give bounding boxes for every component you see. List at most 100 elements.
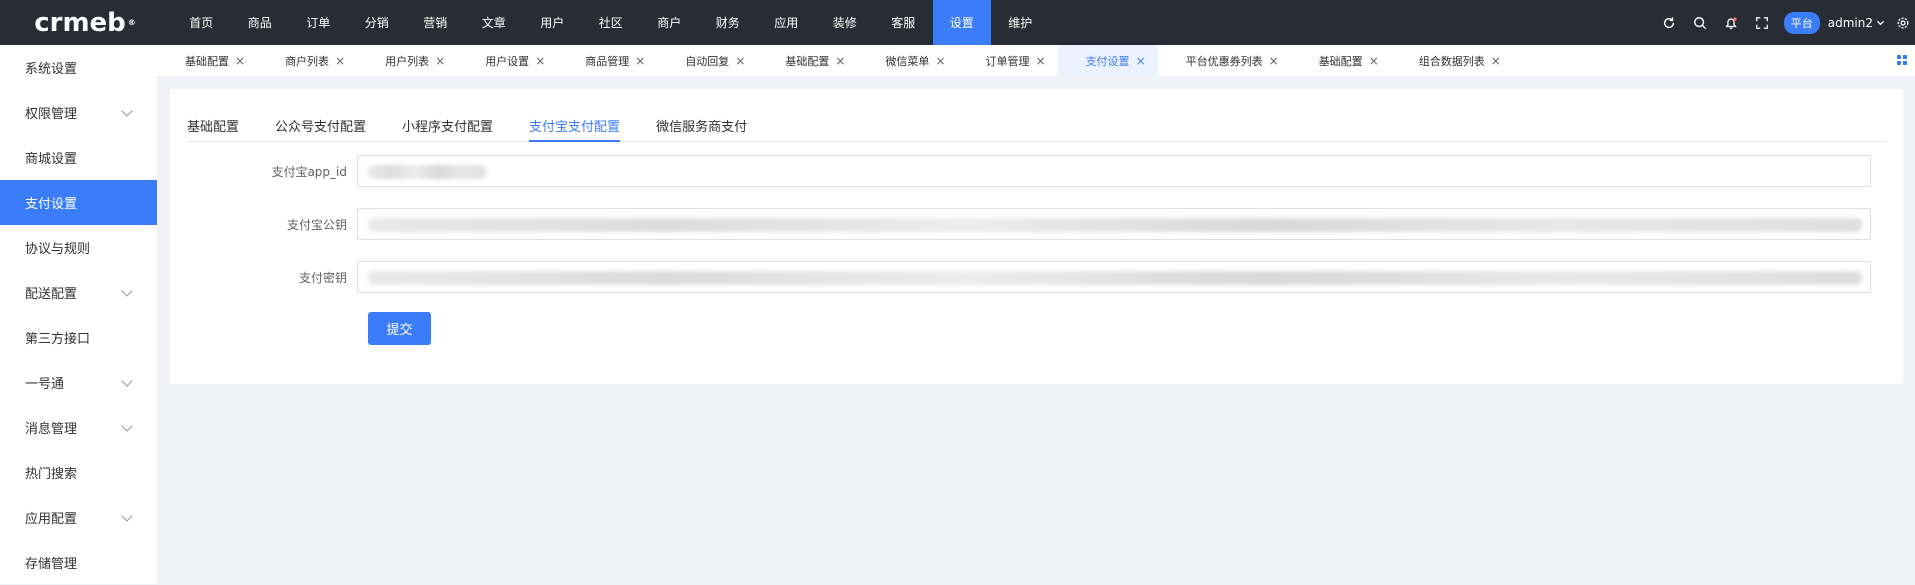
nav-item-orders[interactable]: 订单: [289, 0, 348, 45]
sidebar-item-label: 权限管理: [25, 107, 78, 122]
sidebar-item-storage[interactable]: 存储管理: [0, 540, 157, 585]
top-right-toolbar: 平台 admin2: [1654, 0, 1915, 45]
sidebar-item-yihaotong[interactable]: 一号通: [0, 360, 157, 405]
subtab-wechat-provider-pay[interactable]: 微信服务商支付: [656, 114, 747, 142]
sidebar-item-label: 消息管理: [25, 422, 78, 437]
close-icon[interactable]: ×: [1491, 54, 1501, 68]
fullscreen-icon[interactable]: [1747, 0, 1778, 45]
platform-badge[interactable]: 平台: [1783, 11, 1820, 34]
tab-item[interactable]: 基础配置 ×: [157, 45, 257, 77]
sidebar-item-agreements[interactable]: 协议与规则: [0, 225, 157, 270]
user-menu[interactable]: admin2: [1828, 16, 1885, 30]
tab-label: 用户设置: [485, 54, 530, 68]
nav-item-marketing[interactable]: 营销: [406, 0, 465, 45]
tab-item[interactable]: 商品管理 ×: [557, 45, 657, 77]
nav-item-products[interactable]: 商品: [231, 0, 290, 45]
nav-item-articles[interactable]: 文章: [465, 0, 524, 45]
close-icon[interactable]: ×: [935, 54, 945, 68]
sidebar-item-label: 一号通: [25, 377, 65, 392]
form-row-private-key: 支付密钥: [170, 261, 1903, 293]
subtab-mini-program-pay[interactable]: 小程序支付配置: [402, 114, 493, 142]
nav-item-maintenance[interactable]: 维护: [991, 0, 1050, 45]
subtab-basic[interactable]: 基础配置: [187, 114, 239, 142]
sidebar-item-label: 热门搜索: [25, 467, 78, 482]
main-nav: 首页 商品 订单 分销 营销 文章 用户 社区 商户 财务 应用 装修 客服 设…: [172, 0, 1050, 45]
chevron-down-icon: [121, 509, 133, 522]
nav-item-settings[interactable]: 设置: [932, 0, 991, 45]
subtab-alipay[interactable]: 支付宝支付配置: [529, 114, 621, 142]
close-icon[interactable]: ×: [835, 54, 845, 68]
close-icon[interactable]: ×: [235, 54, 245, 68]
close-icon[interactable]: ×: [1036, 54, 1046, 68]
close-icon[interactable]: ×: [1136, 54, 1146, 68]
app-id-label: 支付宝app_id: [271, 164, 347, 179]
tab-label: 平台优惠券列表: [1185, 54, 1263, 68]
subtab-official-account-pay[interactable]: 公众号支付配置: [275, 114, 366, 142]
nav-item-home[interactable]: 首页: [172, 0, 231, 45]
close-icon[interactable]: ×: [335, 54, 345, 68]
logo-text: crmeb: [34, 7, 126, 38]
tab-label: 组合数据列表: [1418, 54, 1485, 68]
chevron-down-icon: [121, 104, 133, 117]
nav-item-community[interactable]: 社区: [582, 0, 641, 45]
public-key-input[interactable]: [357, 208, 1871, 240]
tab-label: 微信菜单: [885, 54, 930, 68]
nav-item-finance[interactable]: 财务: [699, 0, 758, 45]
sidebar-item-label: 应用配置: [25, 512, 78, 527]
tab-item[interactable]: 用户列表 ×: [357, 45, 457, 77]
masked-value: [368, 271, 1862, 285]
sidebar-item-label: 商城设置: [25, 152, 78, 167]
sidebar-item-hot-search[interactable]: 热门搜索: [0, 450, 157, 495]
nav-item-users[interactable]: 用户: [523, 0, 582, 45]
tab-label: 支付设置: [1085, 54, 1130, 68]
sidebar: 系统设置 权限管理 商城设置 支付设置 协议与规则 配送配置 第三方接口 一号通…: [0, 45, 157, 584]
close-icon[interactable]: ×: [635, 54, 645, 68]
tab-item-active[interactable]: 支付设置 ×: [1057, 44, 1158, 77]
tab-item[interactable]: 自动回复 ×: [657, 45, 757, 77]
sidebar-item-permissions[interactable]: 权限管理: [0, 90, 157, 135]
sidebar-item-label: 系统设置: [25, 62, 78, 77]
sidebar-item-mall[interactable]: 商城设置: [0, 135, 157, 180]
tab-item[interactable]: 基础配置 ×: [757, 45, 857, 77]
app-id-input[interactable]: [357, 155, 1871, 187]
sidebar-item-third-party[interactable]: 第三方接口: [0, 315, 157, 360]
tab-item[interactable]: 微信菜单 ×: [857, 45, 957, 77]
tab-item[interactable]: 订单管理 ×: [958, 45, 1058, 77]
close-icon[interactable]: ×: [435, 54, 445, 68]
tab-item[interactable]: 组合数据列表 ×: [1391, 45, 1513, 77]
gear-icon[interactable]: [1891, 0, 1915, 45]
private-key-label: 支付密钥: [298, 270, 347, 285]
close-icon[interactable]: ×: [1369, 54, 1379, 68]
search-icon[interactable]: [1685, 0, 1716, 45]
private-key-input[interactable]: [357, 261, 1871, 293]
tab-item[interactable]: 用户设置 ×: [457, 45, 557, 77]
grid-icon[interactable]: [1897, 55, 1907, 65]
sidebar-item-label: 支付设置: [25, 197, 78, 212]
bell-icon[interactable]: [1716, 0, 1747, 45]
nav-item-decoration[interactable]: 装修: [816, 0, 875, 45]
nav-item-merchants[interactable]: 商户: [640, 0, 699, 45]
refresh-icon[interactable]: [1654, 0, 1685, 45]
sidebar-item-system[interactable]: 系统设置: [0, 45, 157, 90]
close-icon[interactable]: ×: [535, 54, 545, 68]
nav-item-customer-service[interactable]: 客服: [874, 0, 933, 45]
sidebar-item-app-config[interactable]: 应用配置: [0, 495, 157, 540]
sidebar-item-delivery[interactable]: 配送配置: [0, 270, 157, 315]
payment-settings-card: 基础配置 公众号支付配置 小程序支付配置 支付宝支付配置 微信服务商支付 支付宝…: [170, 89, 1903, 384]
sidebar-item-label: 配送配置: [25, 287, 78, 302]
logo[interactable]: crmeb ®: [0, 0, 170, 45]
nav-item-distribution[interactable]: 分销: [348, 0, 407, 45]
tab-item[interactable]: 商户列表 ×: [257, 45, 357, 77]
sidebar-item-label: 第三方接口: [25, 332, 91, 347]
tab-item[interactable]: 基础配置 ×: [1291, 45, 1391, 77]
submit-button[interactable]: 提交: [368, 312, 431, 345]
nav-item-apps[interactable]: 应用: [757, 0, 816, 45]
close-icon[interactable]: ×: [735, 54, 745, 68]
tab-label: 基础配置: [1318, 54, 1363, 68]
sidebar-item-payment[interactable]: 支付设置: [0, 180, 157, 225]
close-icon[interactable]: ×: [1269, 54, 1279, 68]
tab-label: 商户列表: [285, 54, 330, 68]
sidebar-item-messages[interactable]: 消息管理: [0, 405, 157, 450]
masked-value: [368, 165, 486, 179]
tab-item[interactable]: 平台优惠券列表 ×: [1158, 45, 1291, 77]
